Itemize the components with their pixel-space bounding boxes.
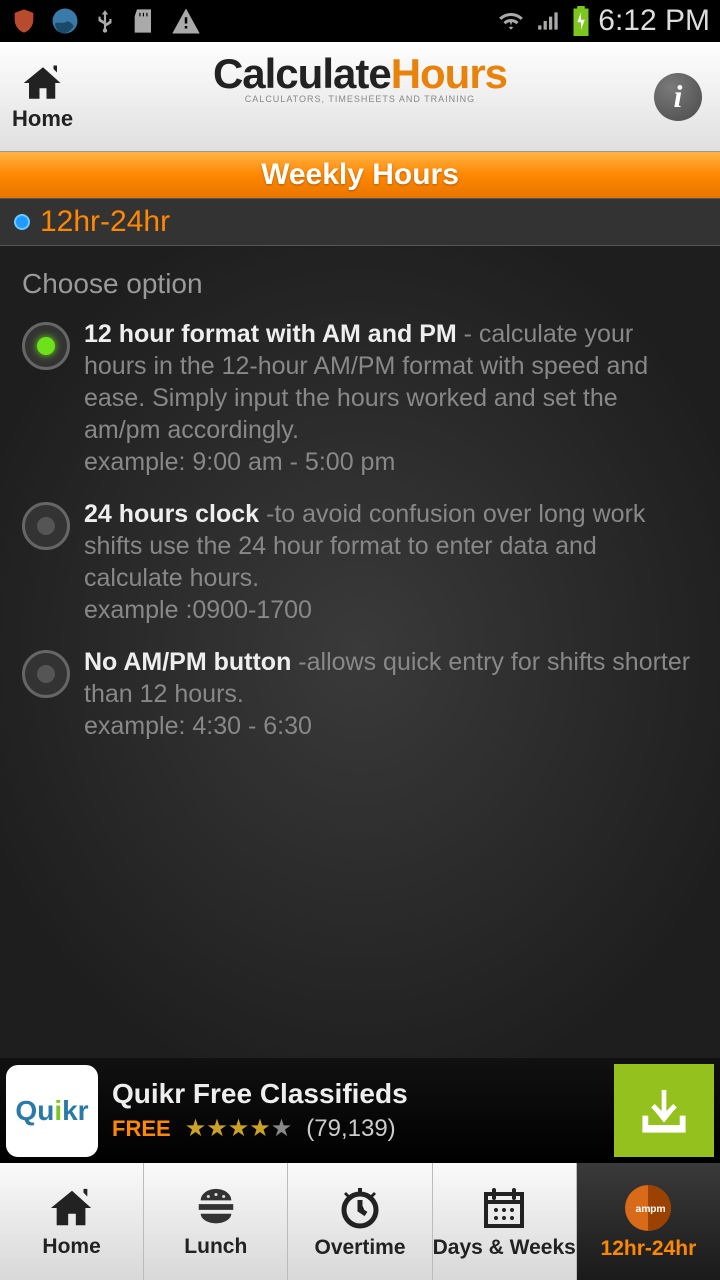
- battery-icon: [572, 6, 590, 36]
- section-title: Choose option: [22, 268, 698, 300]
- svg-text:pm: pm: [650, 1204, 666, 1215]
- warning-icon: [170, 6, 202, 36]
- radio-indicator-icon: [14, 214, 30, 230]
- usb-icon: [92, 6, 118, 36]
- home-label: Home: [12, 106, 73, 132]
- option-text: 24 hours clock -to avoid confusion over …: [84, 498, 698, 626]
- tab-indicator: 12hr-24hr: [0, 198, 720, 246]
- download-icon: [636, 1083, 692, 1139]
- signal-icon: [534, 8, 564, 34]
- bottom-nav: Home Lunch Overtime Days & Weeks ampm 12…: [0, 1163, 720, 1280]
- format-option-2[interactable]: No AM/PM button -allows quick entry for …: [22, 646, 698, 742]
- ad-price: FREE: [112, 1116, 171, 1142]
- info-icon: i: [674, 78, 683, 115]
- nav-home[interactable]: Home: [0, 1163, 144, 1280]
- burger-icon: [189, 1185, 243, 1231]
- download-button[interactable]: [614, 1064, 714, 1157]
- home-button[interactable]: Home: [0, 42, 85, 151]
- nav-overtime[interactable]: Overtime: [288, 1163, 432, 1280]
- option-text: No AM/PM button -allows quick entry for …: [84, 646, 698, 742]
- status-bar: 6:12 PM: [0, 0, 720, 42]
- radio-button[interactable]: [22, 650, 70, 698]
- sd-card-icon: [130, 6, 158, 36]
- app-title: CalculateHours CALCULATORS, TIMESHEETS A…: [213, 50, 507, 104]
- radio-button[interactable]: [22, 322, 70, 370]
- content-area: Choose option 12 hour format with AM and…: [0, 246, 720, 1058]
- globe-icon: [50, 6, 80, 36]
- status-time: 6:12 PM: [598, 4, 710, 38]
- home-icon: [20, 62, 66, 104]
- ad-app-icon: Quikr: [6, 1065, 98, 1157]
- ad-banner[interactable]: Quikr Quikr Free Classifieds FREE ★★★★★ …: [0, 1058, 720, 1163]
- nav-days-weeks[interactable]: Days & Weeks: [433, 1163, 577, 1280]
- nav-12hr-24hr[interactable]: ampm 12hr-24hr: [577, 1163, 720, 1280]
- ad-rating: ★★★★★: [185, 1114, 293, 1143]
- ad-title: Quikr Free Classifieds: [112, 1078, 614, 1110]
- subheader: Weekly Hours: [0, 152, 720, 198]
- calendar-icon: [479, 1184, 529, 1232]
- ampm-icon: ampm: [622, 1183, 674, 1233]
- app-header: Home CalculateHours CALCULATORS, TIMESHE…: [0, 42, 720, 152]
- info-button[interactable]: i: [654, 73, 702, 121]
- ad-review-count: (79,139): [306, 1115, 395, 1143]
- format-option-1[interactable]: 24 hours clock -to avoid confusion over …: [22, 498, 698, 626]
- clock-icon: [335, 1184, 385, 1232]
- nav-lunch[interactable]: Lunch: [144, 1163, 288, 1280]
- radio-button[interactable]: [22, 502, 70, 550]
- shield-icon: [10, 6, 38, 36]
- format-option-0[interactable]: 12 hour format with AM and PM - calculat…: [22, 318, 698, 478]
- tab-label: 12hr-24hr: [40, 205, 170, 239]
- home-icon: [47, 1185, 97, 1231]
- svg-text:am: am: [636, 1204, 651, 1215]
- option-text: 12 hour format with AM and PM - calculat…: [84, 318, 698, 478]
- wifi-icon: [496, 8, 526, 34]
